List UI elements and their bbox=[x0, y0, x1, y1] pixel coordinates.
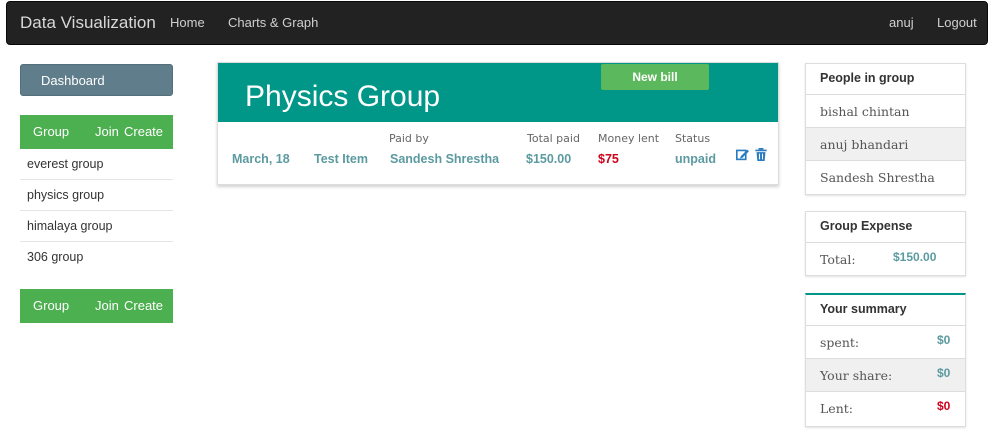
bill-total-paid: $150.00 bbox=[526, 152, 572, 166]
col-header-total-paid: Total paid bbox=[527, 132, 580, 145]
navbar: Data Visualization Home Charts & Graph a… bbox=[6, 1, 988, 45]
col-header-money-lent: Money lent bbox=[598, 132, 660, 145]
dashboard-button[interactable]: Dashboard bbox=[20, 64, 173, 96]
group-item-physics[interactable]: physics group bbox=[20, 180, 173, 211]
summary-panel-title: Your summary bbox=[806, 295, 965, 326]
group-actions-bar-bottom: Group Join Create bbox=[20, 289, 173, 323]
summary-spent-label: spent: bbox=[820, 335, 860, 350]
summary-panel: Your summary spent: $0 Your share: $0 Le… bbox=[805, 293, 966, 427]
bill-date: March, 18 bbox=[232, 152, 290, 166]
group-list: everest group physics group himalaya gro… bbox=[20, 149, 173, 273]
create-group-button[interactable]: Create bbox=[124, 298, 163, 313]
summary-lent-value: $0 bbox=[937, 399, 951, 413]
expense-total-value: $150.00 bbox=[893, 250, 937, 264]
nav-charts-link[interactable]: Charts & Graph bbox=[228, 15, 318, 30]
edit-icon[interactable] bbox=[736, 148, 749, 161]
member-item: anuj bhandari bbox=[806, 128, 965, 161]
nav-user-link[interactable]: anuj bbox=[889, 15, 914, 30]
page-title: Physics Group bbox=[245, 80, 441, 113]
member-item: bishal chintan bbox=[806, 95, 965, 128]
nav-logout-link[interactable]: Logout bbox=[937, 15, 977, 30]
expense-panel: Group Expense Total: $150.00 bbox=[805, 211, 966, 276]
summary-lent-label: Lent: bbox=[820, 401, 853, 416]
summary-spent-row: spent: $0 bbox=[806, 326, 965, 359]
bill-status: unpaid bbox=[675, 152, 716, 166]
create-group-button[interactable]: Create bbox=[124, 124, 163, 139]
bill-money-lent: $75 bbox=[598, 152, 619, 166]
summary-spent-value: $0 bbox=[937, 333, 951, 347]
card-header: Physics Group New bill bbox=[218, 63, 778, 122]
member-item: Sandesh Shrestha bbox=[820, 170, 935, 185]
summary-share-row: Your share: $0 bbox=[806, 359, 965, 392]
new-bill-button[interactable]: New bill bbox=[601, 64, 709, 90]
bill-item: Test Item bbox=[314, 152, 368, 166]
people-panel-title: People in group bbox=[806, 64, 965, 95]
group-item-himalaya[interactable]: himalaya group bbox=[20, 211, 173, 242]
nav-home-link[interactable]: Home bbox=[170, 15, 205, 30]
summary-share-value: $0 bbox=[937, 366, 951, 380]
summary-share-label: Your share: bbox=[820, 368, 893, 383]
expense-total-row: Total: $150.00 bbox=[806, 243, 965, 276]
join-group-button[interactable]: Join bbox=[95, 298, 119, 313]
expense-panel-title: Group Expense bbox=[806, 212, 965, 243]
bill-paid-by: Sandesh Shrestha bbox=[390, 152, 500, 166]
people-panel: People in group bishal chintan anuj bhan… bbox=[805, 63, 966, 195]
trash-icon[interactable] bbox=[754, 148, 767, 161]
group-item-everest[interactable]: everest group bbox=[20, 149, 173, 180]
summary-lent-row: Lent: $0 bbox=[806, 392, 965, 425]
group-tab[interactable]: Group bbox=[33, 124, 69, 139]
expense-total-label: Total: bbox=[820, 252, 856, 267]
group-actions-bar-top: Group Join Create bbox=[20, 115, 173, 149]
join-group-button[interactable]: Join bbox=[95, 124, 119, 139]
group-card: Physics Group New bill Paid by Total pai… bbox=[217, 62, 779, 185]
brand-link[interactable]: Data Visualization bbox=[20, 13, 156, 33]
group-item-306[interactable]: 306 group bbox=[20, 242, 173, 273]
col-header-status: Status bbox=[675, 132, 711, 145]
group-tab[interactable]: Group bbox=[33, 298, 69, 313]
col-header-paid-by: Paid by bbox=[389, 132, 429, 145]
bill-actions bbox=[736, 148, 767, 163]
